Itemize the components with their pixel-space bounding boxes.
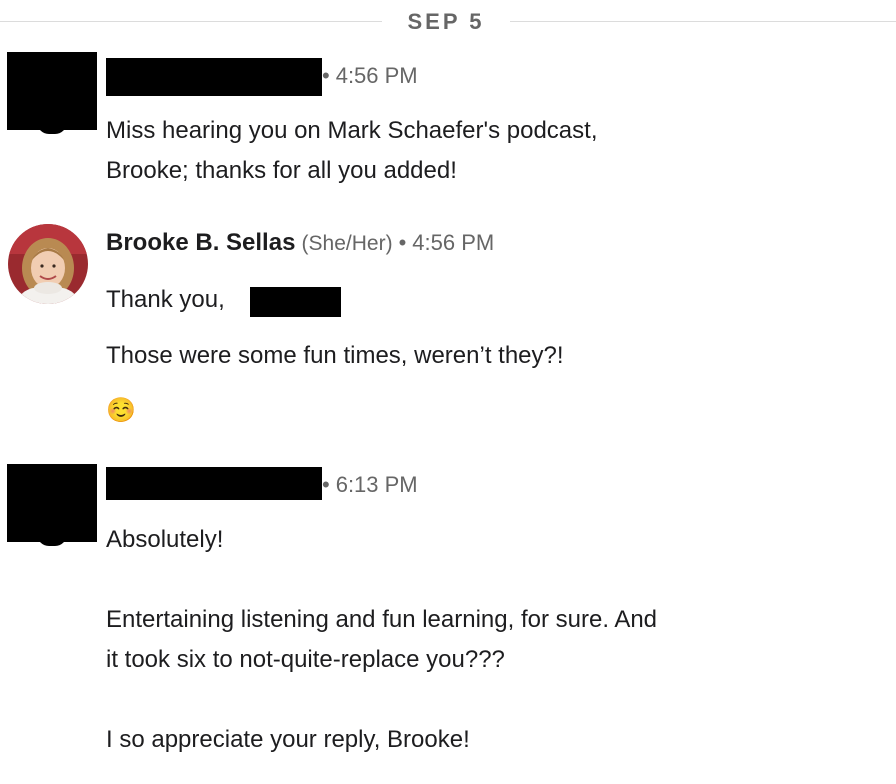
message-2-line-2: Those were some fun times, weren’t they?… (106, 342, 564, 369)
message-1-line-1: Miss hearing you on Mark Schaefer's podc… (106, 117, 598, 144)
message-3-meta: • 6:13 PM (322, 471, 418, 499)
sender-name-redacted[interactable] (106, 467, 322, 500)
sender-avatar-redacted[interactable] (7, 464, 97, 546)
message-1-meta: • 4:56 PM (322, 62, 418, 90)
message-2-time: 4:56 PM (412, 230, 495, 255)
message-2-greeting: Thank you, (106, 286, 225, 313)
avatar-edge (37, 534, 67, 546)
sender-pronouns: (She/Her) (301, 232, 393, 255)
message-2-meta: Brooke B. Sellas (She/Her) • 4:56 PM (106, 229, 494, 258)
sender-name-redacted[interactable] (106, 58, 322, 96)
avatar-edge (37, 122, 67, 134)
message-1-time: 4:56 PM (335, 63, 418, 88)
message-1-line-2: Brooke; thanks for all you added! (106, 157, 457, 184)
recipient-name-redacted (250, 287, 341, 317)
message-3-line-2: Entertaining listening and fun learning,… (106, 606, 658, 633)
sender-avatar-redacted[interactable] (7, 52, 97, 134)
message-3-time: 6:13 PM (335, 472, 418, 497)
brooke-avatar[interactable] (8, 224, 88, 304)
brooke-avatar-image (8, 224, 88, 304)
separator-dot: • (322, 63, 330, 88)
message-2-emoji: ☺️ (106, 396, 136, 424)
separator-dot: • (398, 230, 407, 255)
date-divider-line-right (510, 21, 896, 22)
message-3-line-4: I so appreciate your reply, Brooke! (106, 726, 470, 753)
message-3-line-1: Absolutely! (106, 526, 224, 553)
separator-dot: • (322, 472, 330, 497)
date-divider-label: SEP 5 (407, 9, 485, 34)
sender-name-brooke[interactable]: Brooke B. Sellas (106, 229, 295, 256)
date-divider-line-left (0, 21, 382, 22)
message-3-line-3: it took six to not-quite-replace you??? (106, 646, 505, 673)
